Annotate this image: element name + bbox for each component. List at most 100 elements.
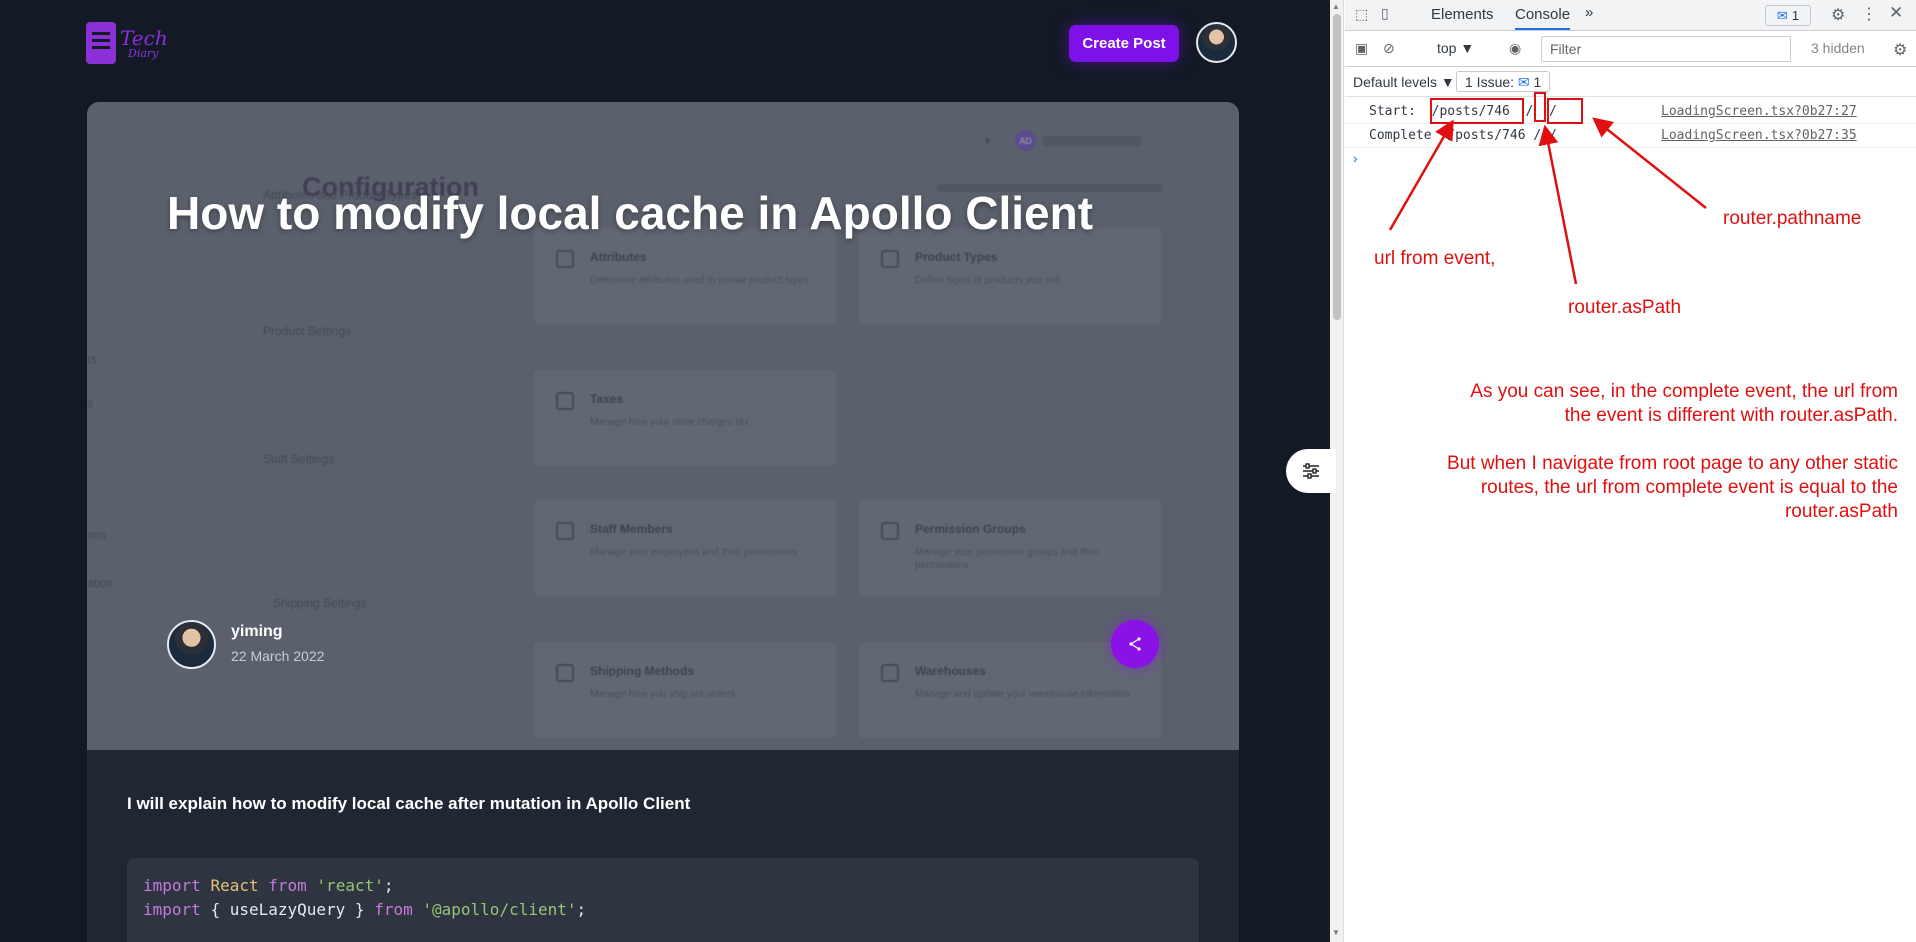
levels-bar: Default levels ▼ 1 Issue: ✉ 1 <box>1345 67 1916 97</box>
logo-line1: Tech <box>120 25 168 50</box>
bg-card: Taxes Manage how your store charges tax <box>534 370 836 466</box>
bg-staff-settings: Staff Settings <box>263 452 335 466</box>
code-block: import React from 'react'; import { useL… <box>127 858 1199 942</box>
annotation-line: router.asPath <box>1784 501 1898 522</box>
notebook-icon <box>86 22 116 64</box>
scrollbar-thumb[interactable] <box>1333 14 1341 320</box>
bg-card-desc: Manage how you ship out orders <box>590 689 736 700</box>
annotation-line: the event is different with router.asPat… <box>1564 405 1898 426</box>
console-prompt[interactable]: › <box>1353 150 1358 166</box>
bg-card-desc: Manage your permission groups and their … <box>915 547 1100 571</box>
receipt-icon <box>556 392 574 410</box>
author-avatar[interactable] <box>167 620 216 669</box>
eye-icon[interactable]: ◉ <box>1509 40 1521 57</box>
user-avatar[interactable] <box>1196 22 1237 63</box>
bg-card-desc: Determine attributes used to create prod… <box>590 275 810 286</box>
box-icon <box>881 250 899 268</box>
issues-button[interactable]: 1 Issue: ✉ 1 <box>1456 71 1551 92</box>
bg-card-title: Staff Members <box>590 522 673 536</box>
kebab-menu-icon[interactable]: ⋮ <box>1861 4 1877 24</box>
bg-card: Attributes Determine attributes used to c… <box>534 228 836 324</box>
site-logo[interactable]: Tech Diary <box>86 20 178 66</box>
post-intro: I will explain how to modify local cache… <box>127 794 691 813</box>
bg-card: Permission Groups Manage your permission … <box>859 500 1161 596</box>
annotation-box-url <box>1430 98 1524 124</box>
settings-fab[interactable] <box>1286 449 1336 493</box>
bg-card-title: Warehouses <box>915 664 986 678</box>
scroll-down-icon[interactable]: ▼ <box>1332 928 1340 937</box>
create-post-button[interactable]: Create Post <box>1069 25 1179 62</box>
bg-shipping-settings: Shipping Settings <box>273 596 367 610</box>
blog-app: Tech Diary Create Post ♦ AD Configuratio… <box>0 0 1330 942</box>
bg-card: Staff Members Manage your employees and t… <box>534 500 836 596</box>
annotation-line: As you can see, in the complete event, t… <box>1470 381 1898 402</box>
screen: Tech Diary Create Post ♦ AD Configuratio… <box>0 0 1916 942</box>
console-line: Complete /posts/746 / / LoadingScreen.ts… <box>1345 124 1916 148</box>
code-punct: ; <box>383 876 394 895</box>
annotation-line: But when I navigate from root page to an… <box>1447 453 1898 474</box>
logo-text: Tech Diary <box>120 28 168 59</box>
post-content: I will explain how to modify local cache… <box>87 750 1239 942</box>
filter-input[interactable]: Filter <box>1541 36 1791 62</box>
id-badge-icon <box>556 522 574 540</box>
default-levels-select[interactable]: Default levels ▼ <box>1353 74 1455 90</box>
device-toggle-icon[interactable]: ▯ <box>1381 5 1389 22</box>
scroll-up-icon[interactable]: ▲ <box>1332 2 1340 11</box>
source-link[interactable]: LoadingScreen.tsx?0b27:27 <box>1661 104 1857 119</box>
bg-nav-4: ation <box>87 576 114 590</box>
share-button[interactable] <box>1111 620 1159 668</box>
inspect-icon[interactable]: ⬚ <box>1355 6 1368 23</box>
author-name[interactable]: yiming <box>231 623 283 641</box>
bg-card-desc: Manage and update your warehouse informa… <box>915 689 1131 700</box>
post-date: 22 March 2022 <box>231 648 325 664</box>
warehouse-icon <box>881 664 899 682</box>
gear-icon[interactable]: ⚙ <box>1831 5 1845 25</box>
sliders-icon <box>1303 463 1319 479</box>
bg-card-desc: Define types of products you sell <box>915 275 1060 286</box>
source-link[interactable]: LoadingScreen.tsx?0b27:35 <box>1661 128 1857 143</box>
bg-card-title: Shipping Methods <box>590 664 694 678</box>
bg-product-settings: Product Settings <box>263 324 352 338</box>
context-select[interactable]: top ▼ <box>1437 40 1474 56</box>
bg-card-title: Permission Groups <box>915 522 1026 536</box>
code-braces: { useLazyQuery } <box>210 900 365 919</box>
console-settings-icon[interactable]: ⚙ <box>1893 40 1907 60</box>
share-icon <box>1129 637 1141 651</box>
attributes-icon <box>556 250 574 268</box>
bg-blurred-text <box>1042 136 1142 146</box>
issues-badge[interactable]: ✉ 1 <box>1765 5 1811 26</box>
annotation-paragraph-1: As you can see, in the complete event, t… <box>1380 380 1898 428</box>
annotation-url-from-event: url from event, <box>1374 248 1496 269</box>
tab-console[interactable]: Console <box>1515 6 1571 30</box>
code-keyword: from <box>268 876 307 895</box>
bg-avatar-badge: AD <box>1015 130 1036 151</box>
bg-card-title: Taxes <box>590 392 624 406</box>
ethereum-icon: ♦ <box>984 132 992 148</box>
annotation-paragraph-2: But when I navigate from root page to an… <box>1380 452 1898 524</box>
clear-console-icon[interactable]: ⊘ <box>1383 40 1395 57</box>
message-icon: ✉ <box>1776 7 1788 23</box>
more-tabs-icon[interactable]: » <box>1585 4 1593 21</box>
annotation-line: routes, the url from complete event is e… <box>1480 477 1898 498</box>
bg-nav-3: ons <box>87 528 107 542</box>
issues-count: 1 <box>1533 74 1542 90</box>
sidebar-toggle-icon[interactable]: ▣ <box>1355 40 1368 57</box>
devtools-tabbar: ⬚ ▯ Elements Console » ✉ 1 ⚙ ⋮ ✕ <box>1345 0 1916 31</box>
post-title: How to modify local cache in Apollo Clie… <box>167 187 1094 239</box>
annotation-router-pathname: router.pathname <box>1723 208 1862 229</box>
code-identifier: React <box>210 876 259 895</box>
tab-elements[interactable]: Elements <box>1431 6 1494 23</box>
issues-badge-count: 1 <box>1791 8 1800 23</box>
code-keyword: import <box>143 900 201 919</box>
code-line: import { useLazyQuery } from '@apollo/cl… <box>143 898 1183 922</box>
post-hero: ♦ AD Configuration Attributes and Produc… <box>87 102 1239 750</box>
bg-card-desc: Manage how your store charges tax <box>590 417 749 428</box>
annotation-box-pathname <box>1547 98 1583 124</box>
bg-nav-2: s <box>87 396 93 410</box>
code-string: '@apollo/client' <box>422 900 577 919</box>
close-icon[interactable]: ✕ <box>1889 3 1903 23</box>
code-punct: ; <box>576 900 587 919</box>
console-toolbar: ▣ ⊘ top ▼ ◉ Filter 3 hidden ⚙ <box>1345 31 1916 67</box>
bg-card: Shipping Methods Manage how you ship out … <box>534 642 836 738</box>
code-keyword: import <box>143 876 201 895</box>
